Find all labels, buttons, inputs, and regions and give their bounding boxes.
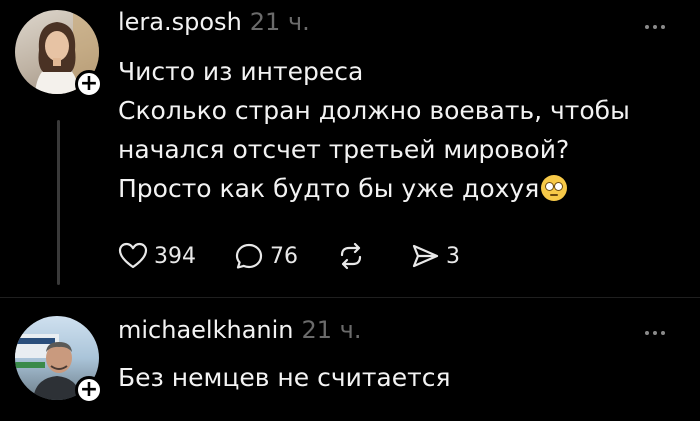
post-header: michaelkhanin 21 ч. [118, 316, 361, 344]
plus-icon: + [79, 71, 99, 96]
avatar-container[interactable]: + [15, 316, 103, 404]
follow-button[interactable]: + [75, 376, 103, 404]
timestamp: 21 ч. [301, 316, 362, 344]
repost-icon [340, 242, 362, 270]
plus-icon: + [79, 377, 99, 402]
post: + michaelkhanin 21 ч. Без немцев не счит… [0, 300, 700, 421]
send-icon [412, 244, 439, 268]
username[interactable]: michaelkhanin [118, 316, 294, 344]
follow-button[interactable]: + [75, 70, 103, 98]
share-count: 3 [446, 243, 460, 269]
post-text: Без немцев не считается [118, 363, 451, 392]
heart-icon [118, 242, 148, 269]
divider [0, 297, 700, 298]
post-header: lera.sposh 21 ч. [118, 8, 310, 36]
like-count: 394 [154, 243, 196, 269]
avatar-container[interactable]: + [15, 10, 103, 98]
action-bar: 394 76 3 [118, 242, 498, 270]
timestamp: 21 ч. [249, 8, 310, 36]
username[interactable]: lera.sposh [118, 8, 242, 36]
thread-feed: + lera.sposh 21 ч. Чисто из интереса Ско… [0, 0, 700, 421]
post-text: Чисто из интереса Сколько стран должно в… [118, 52, 678, 208]
like-button[interactable]: 394 [118, 242, 196, 270]
comment-button[interactable]: 76 [234, 242, 298, 270]
repost-button[interactable] [336, 242, 372, 270]
post: + lera.sposh 21 ч. Чисто из интереса Ско… [0, 0, 700, 295]
more-icon[interactable] [640, 22, 670, 32]
more-icon[interactable] [640, 328, 670, 338]
face-with-rolling-eyes-icon [541, 175, 568, 201]
share-button[interactable]: 3 [410, 242, 460, 270]
thread-line [57, 120, 60, 285]
speech-bubble-icon [235, 243, 263, 269]
comment-count: 76 [270, 243, 298, 269]
